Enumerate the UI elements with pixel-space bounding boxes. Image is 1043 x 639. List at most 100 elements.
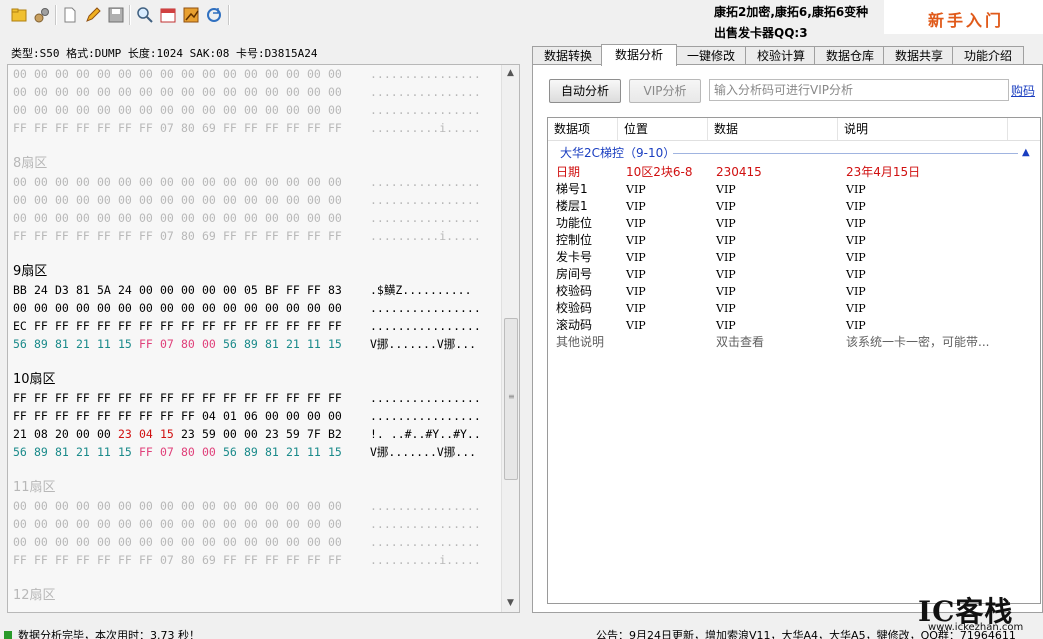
hex-row[interactable]: 00 00 00 00 00 00 00 00 00 00 00 00 00 00 00 00........… [13, 65, 499, 83]
hex-row[interactable]: FF FF FF FF FF FF FF 07 80 69 FF FF FF FF FF FF........… [13, 551, 499, 569]
hex-byte: 00 [286, 535, 300, 549]
settings-icon[interactable] [33, 6, 51, 24]
cell-data: VIP [716, 217, 736, 230]
hex-byte: FF [118, 409, 132, 423]
new-file-icon[interactable] [61, 6, 79, 24]
hex-byte: 00 [244, 67, 258, 81]
hex-byte: FF [118, 319, 132, 333]
hex-byte: FF [286, 121, 300, 135]
calendar-icon[interactable] [159, 6, 177, 24]
save-disk-icon[interactable] [107, 6, 125, 24]
hex-byte: 00 [76, 211, 90, 225]
hex-bytes: 00 00 00 00 00 00 00 00 00 00 00 00 00 00 00 00 [13, 497, 349, 515]
hex-byte: FF [97, 553, 111, 567]
hex-byte: 00 [328, 409, 342, 423]
refresh-icon[interactable] [205, 6, 223, 24]
table-row[interactable]: 发卡号 VIP VIP VIP [548, 249, 1040, 266]
cell-data: VIP [716, 285, 736, 298]
hex-row[interactable]: FF FF FF FF FF FF FF FF FF 04 01 06 00 00 00 00........… [13, 407, 499, 425]
table-row[interactable]: 梯号1 VIP VIP VIP [548, 181, 1040, 198]
tab-5[interactable]: 数据仓库 [814, 46, 886, 65]
column-header-desc[interactable]: 说明 [838, 118, 1008, 140]
hex-row[interactable]: 00 00 00 00 00 00 00 00 00 00 00 00 00 00 00 00........… [13, 515, 499, 533]
hex-row[interactable]: 00 00 00 00 00 00 00 00 00 00 00 00 00 00 00 00........… [13, 83, 499, 101]
table-row[interactable]: 其他说明 双击查看 该系统一卡一密，可能带... [548, 334, 1040, 351]
hex-row[interactable]: 00 00 00 00 00 00 00 00 00 00 00 00 00 00 00 00........… [13, 173, 499, 191]
hex-byte: FF [139, 319, 153, 333]
table-row[interactable]: 功能位 VIP VIP VIP [548, 215, 1040, 232]
hex-byte: 00 [13, 193, 27, 207]
hex-row[interactable]: 56 89 81 21 11 15 FF 07 80 00 56 89 81 21 11 15 V挪......… [13, 443, 499, 461]
group-row[interactable]: 大华2C梯控（9-10） ▲ [548, 144, 1040, 162]
hex-byte: FF [160, 319, 174, 333]
hex-bytes: FF FF FF FF FF FF FF 07 80 69 FF FF FF FF FF FF [13, 551, 349, 569]
auto-analyze-button[interactable]: 自动分析 [549, 79, 621, 103]
hex-byte: 00 [97, 301, 111, 315]
hex-bytes: 00 00 00 00 00 00 00 00 00 00 00 00 00 00 00 00 [13, 83, 349, 101]
table-row[interactable]: 校验码 VIP VIP VIP [548, 283, 1040, 300]
scroll-thumb[interactable]: ≡ [504, 318, 518, 480]
scroll-down-arrow-icon[interactable]: ▼ [502, 595, 519, 612]
hex-row[interactable]: 21 08 20 00 00 23 04 15 23 59 00 00 23 59 7F B2 !. ..#..… [13, 425, 499, 443]
hex-row[interactable]: EC FF FF FF FF FF FF FF FF FF FF FF FF FF FF FF........… [13, 317, 499, 335]
table-row[interactable]: 滚动码 VIP VIP VIP [548, 317, 1040, 334]
tab-6[interactable]: 数据共享 [883, 46, 955, 65]
hex-bytes: 00 00 00 00 00 00 00 00 00 00 00 00 00 00 00 00 [13, 101, 349, 119]
cell-data: VIP [716, 234, 736, 247]
tab-7[interactable]: 功能介绍 [952, 46, 1024, 65]
hex-byte: 00 [139, 193, 153, 207]
hex-row[interactable]: 00 00 00 00 00 00 00 00 00 00 00 00 00 00 00 00........… [13, 497, 499, 515]
hex-byte: FF [34, 319, 48, 333]
hex-row[interactable]: 00 00 00 00 00 00 00 00 00 00 00 00 00 00 00 00........… [13, 533, 499, 551]
hex-row[interactable]: 00 00 00 00 00 00 00 00 00 00 00 00 00 00 00 00........… [13, 191, 499, 209]
cell-desc: VIP [846, 251, 866, 264]
hex-byte: 00 [202, 535, 216, 549]
hex-byte: 00 [13, 67, 27, 81]
cell-item: 校验码 [556, 284, 593, 298]
hex-byte: 00 [34, 67, 48, 81]
scroll-up-arrow-icon[interactable]: ▲ [502, 65, 519, 82]
collapse-caret-icon[interactable]: ▲ [1022, 144, 1030, 162]
hex-byte: 00 [34, 517, 48, 531]
hex-byte: 00 [328, 67, 342, 81]
hex-dump-panel[interactable]: 00 00 00 00 00 00 00 00 00 00 00 00 00 00 00 00........… [7, 64, 520, 613]
hex-byte: 80 [181, 445, 195, 459]
vip-code-input[interactable]: 输入分析码可进行VIP分析 [709, 79, 1009, 101]
hex-byte: 00 [55, 85, 69, 99]
edit-pencil-icon[interactable] [84, 6, 102, 24]
vertical-scrollbar[interactable]: ▲ ≡ ▼ [501, 65, 519, 612]
column-header-item[interactable]: 数据项 [548, 118, 618, 140]
hex-row[interactable]: FF FF FF FF FF FF FF 07 80 69 FF FF FF FF FF FF........… [13, 119, 499, 137]
column-header-data[interactable]: 数据 [708, 118, 838, 140]
hex-byte: 00 [328, 103, 342, 117]
hex-byte: 56 [223, 337, 237, 351]
tab-4[interactable]: 校验计算 [745, 46, 817, 65]
table-row[interactable]: 控制位 VIP VIP VIP [548, 232, 1040, 249]
table-row[interactable]: 校验码 VIP VIP VIP [548, 300, 1040, 317]
hex-byte: 00 [13, 301, 27, 315]
column-header-position[interactable]: 位置 [618, 118, 708, 140]
buy-code-link[interactable]: 购码 [1011, 82, 1035, 99]
hex-byte: 04 [139, 427, 153, 441]
grid-header: 数据项 位置 数据 说明 [548, 118, 1040, 141]
hex-row[interactable]: 00 00 00 00 00 00 00 00 00 00 00 00 00 00 00 00........… [13, 101, 499, 119]
hex-row[interactable]: FF FF FF FF FF FF FF FF FF FF FF FF FF FF FF FF........… [13, 389, 499, 407]
hex-row[interactable]: FF FF FF FF FF FF FF 07 80 69 FF FF FF FF FF FF........… [13, 227, 499, 245]
vip-analyze-button[interactable]: VIP分析 [629, 79, 701, 103]
hex-row[interactable]: 00 00 00 00 00 00 00 00 00 00 00 00 00 00 00 00........… [13, 209, 499, 227]
hex-byte: 00 [97, 85, 111, 99]
tab-3[interactable]: 一键修改 [674, 46, 748, 65]
table-row[interactable]: 房间号 VIP VIP VIP [548, 266, 1040, 283]
hex-byte: 00 [34, 211, 48, 225]
table-row[interactable]: 日期 10区2块6-8 230415 23年4月15日 [548, 164, 1040, 181]
search-icon[interactable] [136, 6, 154, 24]
open-folder-icon[interactable] [10, 6, 28, 24]
hex-row[interactable]: 00 00 00 00 00 00 00 00 00 00 00 00 00 00 00 00........… [13, 299, 499, 317]
hex-row[interactable]: 56 89 81 21 11 15 FF 07 80 00 56 89 81 21 11 15 V挪......… [13, 335, 499, 353]
newbie-guide-link[interactable]: 新手入门 [928, 7, 1004, 31]
tab-1[interactable]: 数据转换 [532, 46, 604, 65]
chart-icon[interactable] [182, 6, 200, 24]
hex-row[interactable]: BB 24 D3 81 5A 24 00 00 00 00 00 05 BF FF FF 83 .$鱑Z....… [13, 281, 499, 299]
table-row[interactable]: 楼层1 VIP VIP VIP [548, 198, 1040, 215]
tab-2[interactable]: 数据分析 [601, 44, 677, 66]
